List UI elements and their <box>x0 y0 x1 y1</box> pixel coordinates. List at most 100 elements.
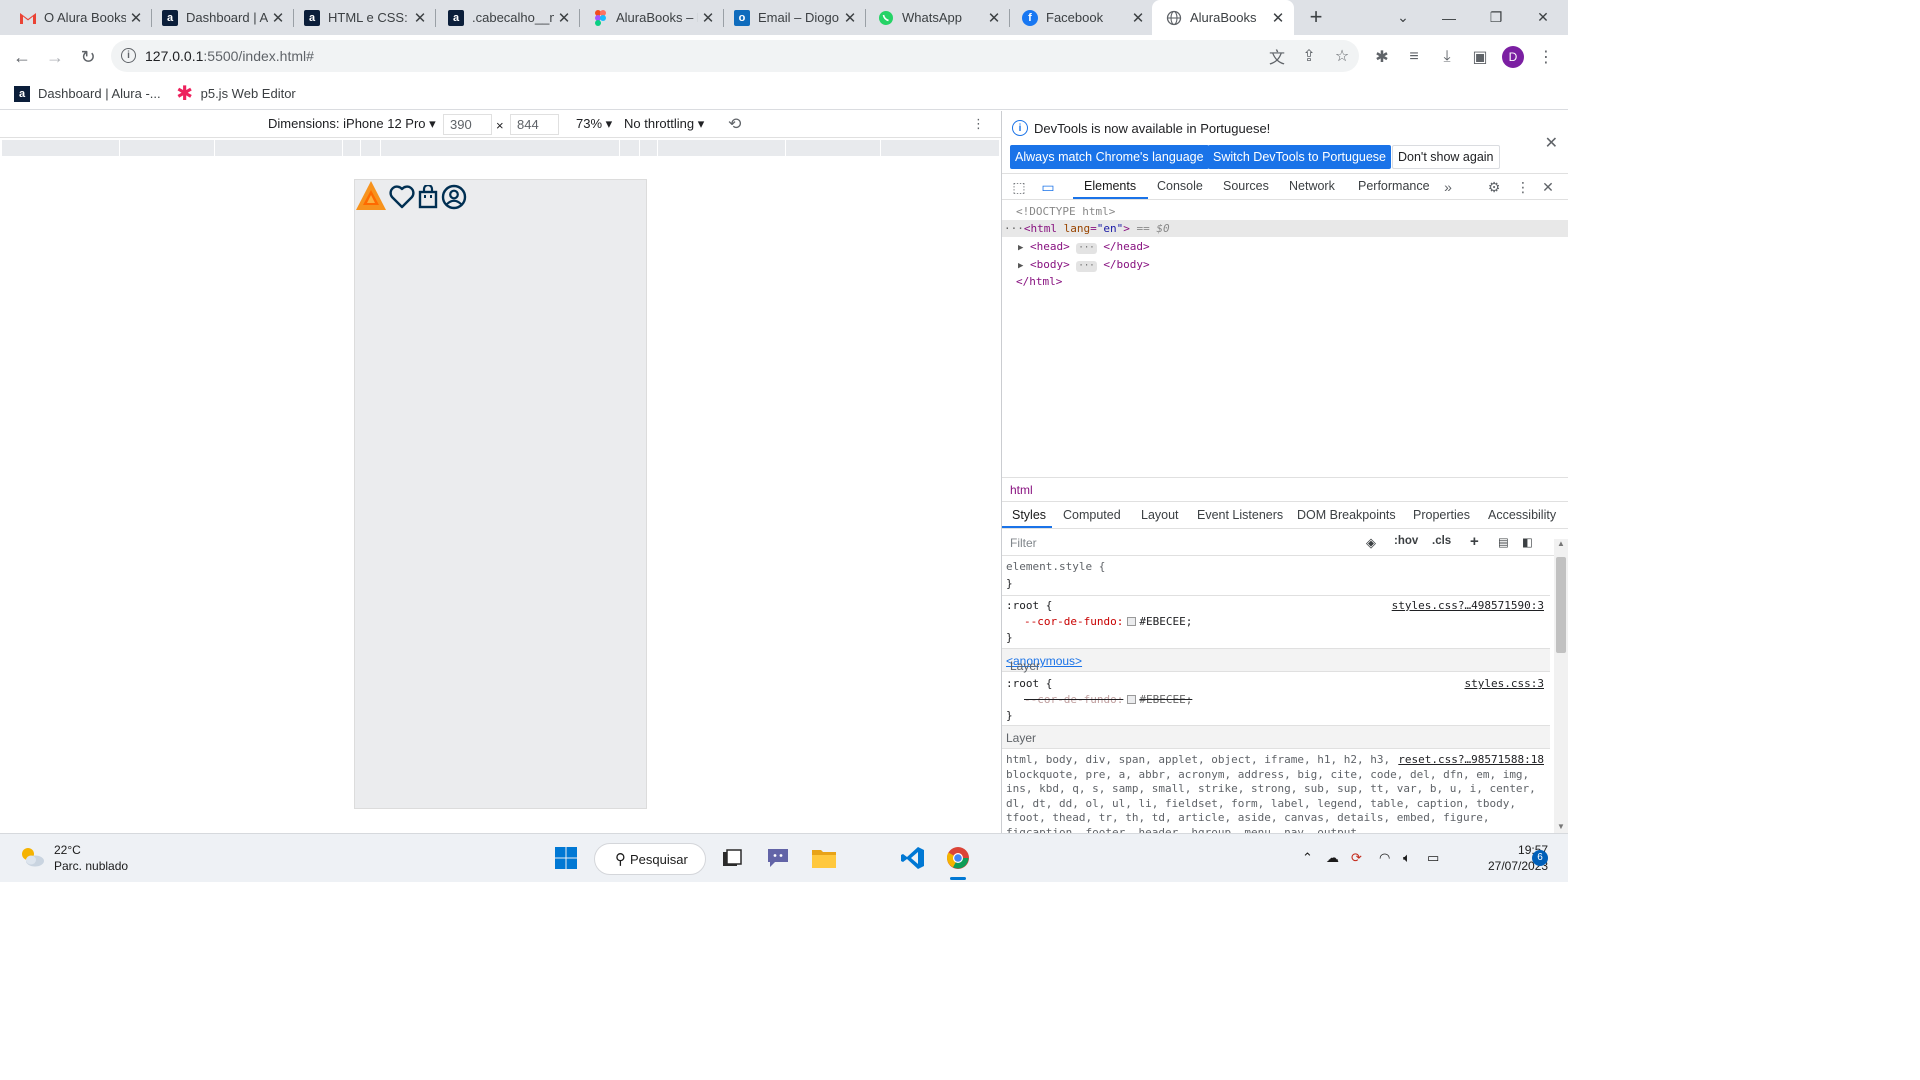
collapsed-dots[interactable]: ··· <box>1076 243 1097 254</box>
extensions-icon[interactable]: ✱ <box>1370 45 1394 69</box>
tab-sources[interactable]: Sources <box>1223 179 1269 193</box>
tab-event-listeners[interactable]: Event Listeners <box>1197 508 1283 522</box>
rule-source-link[interactable]: styles.css:3 <box>1465 677 1544 690</box>
tab-console[interactable]: Console <box>1157 179 1203 193</box>
browser-tab[interactable]: a HTML e CSS: r ✕ <box>290 0 436 35</box>
settings-gear-icon[interactable]: ⚙ <box>1485 178 1503 196</box>
reload-button[interactable]: ↻ <box>74 43 102 71</box>
rule-declaration-overridden[interactable]: --cor-de-fundo: #EBECEE; <box>1024 693 1192 706</box>
breadcrumb-item[interactable]: html <box>1010 483 1033 497</box>
close-icon[interactable]: ✕ <box>554 8 574 28</box>
device-toggle-icon[interactable]: ▭ <box>1039 178 1057 196</box>
menu-icon[interactable]: ⋮ <box>1534 45 1558 69</box>
vscode-icon[interactable] <box>897 842 929 874</box>
more-tabs-icon[interactable]: » <box>1439 178 1457 196</box>
info-icon[interactable]: i <box>121 48 136 63</box>
style-rule[interactable]: :root { styles.css?…498571590:3 --cor-de… <box>1002 596 1550 649</box>
expand-arrow-icon[interactable]: ▶ <box>1018 243 1023 253</box>
dom-node[interactable]: ▶ <body> ··· </body> <box>1002 256 1568 273</box>
volume-icon[interactable]: 🔈︎ <box>1403 850 1411 866</box>
minimize-button[interactable]: — <box>1426 0 1472 35</box>
tab-accessibility[interactable]: Accessibility <box>1488 508 1556 522</box>
notification-badge[interactable]: 6 <box>1532 850 1548 866</box>
bookmark-item[interactable]: a Dashboard | Alura -... <box>14 85 161 102</box>
layers-icon[interactable]: ◈ <box>1366 535 1376 551</box>
always-match-language-button[interactable]: Always match Chrome's language <box>1010 145 1209 169</box>
browser-tab[interactable]: a Dashboard | A ✕ <box>148 0 294 35</box>
close-devtools-icon[interactable]: ✕ <box>1539 178 1557 196</box>
rule-declaration[interactable]: --cor-de-fundo: #EBECEE; <box>1024 615 1192 628</box>
hov-toggle[interactable]: :hov <box>1394 535 1418 547</box>
tab-performance[interactable]: Performance <box>1358 179 1430 193</box>
close-icon[interactable]: ✕ <box>410 8 430 28</box>
tab-network[interactable]: Network <box>1289 179 1335 193</box>
new-rule-icon[interactable]: + <box>1470 533 1479 550</box>
color-swatch[interactable] <box>1127 695 1137 704</box>
browser-tab[interactable]: AluraBooks – F ✕ <box>578 0 724 35</box>
chrome-icon[interactable] <box>942 842 974 874</box>
forward-button[interactable]: → <box>41 43 69 71</box>
paint-icon[interactable]: ▤ <box>1498 535 1509 549</box>
profile-avatar[interactable]: D <box>1502 46 1524 68</box>
address-bar[interactable]: i 127.0.0.1:5500/index.html# ⽂ ⇪ ☆ <box>111 40 1359 72</box>
style-rule[interactable]: reset.css?…98571588:18 html, body, div, … <box>1002 749 1550 833</box>
browser-tab-active[interactable]: AluraBooks ✕ <box>1152 0 1294 35</box>
tab-computed[interactable]: Computed <box>1063 508 1121 522</box>
device-viewport[interactable] <box>354 179 647 809</box>
bookmark-item[interactable]: ✱ p5.js Web Editor <box>176 83 296 105</box>
onedrive-icon[interactable]: ☁ <box>1326 850 1339 866</box>
style-rule[interactable]: element.style { } <box>1002 557 1550 596</box>
dom-node[interactable]: <!DOCTYPE html> <box>1002 203 1568 220</box>
dom-node[interactable]: </html> <box>1002 273 1568 290</box>
tab-dom-breakpoints[interactable]: DOM Breakpoints <box>1297 508 1396 522</box>
collapsed-dots[interactable]: ··· <box>1076 261 1097 272</box>
tab-properties[interactable]: Properties <box>1413 508 1470 522</box>
bookmark-star-icon[interactable]: ☆ <box>1330 44 1354 68</box>
more-options-icon[interactable]: ⋮ <box>1514 178 1532 196</box>
shopping-bag-icon[interactable] <box>418 183 438 212</box>
browser-tab[interactable]: O Alura Books ✕ <box>6 0 152 35</box>
weather-widget[interactable]: 22°C Parc. nublado <box>18 842 128 874</box>
media-query-bar[interactable] <box>2 140 999 156</box>
close-icon[interactable]: ✕ <box>268 8 288 28</box>
new-tab-button[interactable]: + <box>1302 6 1330 30</box>
tab-search-icon[interactable]: ⌄ <box>1380 0 1426 35</box>
color-swatch[interactable] <box>1127 617 1137 626</box>
battery-icon[interactable]: ▭ <box>1427 850 1439 866</box>
file-explorer-icon[interactable] <box>808 842 840 874</box>
elements-tree[interactable]: <!DOCTYPE html> ···<html lang="en"> == $… <box>1002 201 1568 477</box>
styles-pane[interactable]: element.style { } :root { styles.css?…49… <box>1002 557 1550 833</box>
dont-show-again-button[interactable]: Don't show again <box>1392 145 1500 169</box>
browser-tab[interactable]: o Email – Diogo ✕ <box>720 0 866 35</box>
expand-arrow-icon[interactable]: ▶ <box>1018 261 1023 271</box>
filter-input[interactable]: Filter <box>1010 536 1037 550</box>
wifi-icon[interactable]: ◠ <box>1379 850 1390 866</box>
heart-icon[interactable] <box>389 185 415 212</box>
dom-node-selected[interactable]: ···<html lang="en"> == $0 <box>1002 220 1568 237</box>
rule-source-link[interactable]: reset.css?…98571588:18 <box>1394 753 1544 766</box>
more-options-icon[interactable]: ⋮ <box>972 116 985 132</box>
close-icon[interactable]: ✕ <box>698 8 718 28</box>
window-close-button[interactable]: ✕ <box>1520 0 1566 35</box>
teams-chat-icon[interactable] <box>762 842 794 874</box>
start-button[interactable] <box>550 842 582 874</box>
rotate-icon[interactable]: ⟲ <box>728 114 741 134</box>
tab-styles[interactable]: Styles <box>1012 508 1046 522</box>
width-input[interactable]: 390 <box>443 114 492 135</box>
scrollbar-thumb[interactable] <box>1556 557 1566 653</box>
taskbar-search[interactable]: ⚲ Pesquisar <box>594 843 706 875</box>
browser-tab[interactable]: f Facebook ✕ <box>1008 0 1154 35</box>
media-icon[interactable]: ≡ <box>1402 45 1426 69</box>
switch-to-portuguese-button[interactable]: Switch DevTools to Portuguese <box>1208 145 1392 169</box>
zoom-select[interactable]: 73% ▾ <box>576 116 612 132</box>
back-button[interactable]: ← <box>8 43 36 71</box>
user-icon[interactable] <box>441 184 467 213</box>
rule-source-link[interactable]: styles.css?…498571590:3 <box>1392 599 1544 612</box>
tray-overflow-icon[interactable]: ⌃ <box>1302 850 1313 866</box>
close-icon[interactable]: ✕ <box>1128 8 1148 28</box>
browser-tab[interactable]: a .cabecalho__m ✕ <box>434 0 580 35</box>
tab-layout[interactable]: Layout <box>1141 508 1179 522</box>
tab-elements[interactable]: Elements <box>1084 179 1136 193</box>
browser-tab[interactable]: WhatsApp ✕ <box>864 0 1010 35</box>
translate-icon[interactable]: ⽂ <box>1265 44 1289 68</box>
